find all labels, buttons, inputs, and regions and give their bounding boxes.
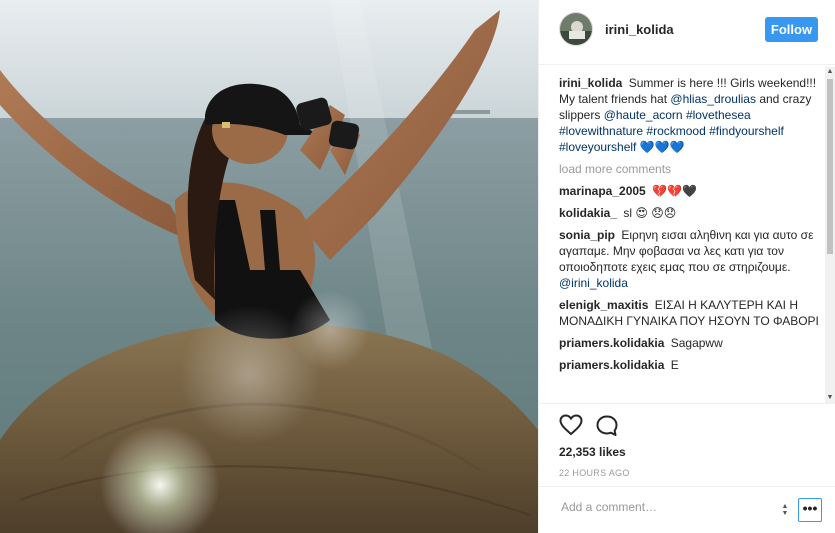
caption-text-1: Summer is here !!! Girls weekend!!! xyxy=(628,76,817,90)
scroll-up-arrow-icon[interactable]: ▲ xyxy=(825,67,835,77)
add-comment-input[interactable] xyxy=(559,499,763,515)
post-header: irini_kolida Follow xyxy=(539,0,835,65)
caption-tag-5[interactable]: #loveyourshelf xyxy=(559,140,636,154)
comment: priamers.kolidakia Sagapww xyxy=(559,335,821,351)
comments-list[interactable]: irini_kolida Summer is here !!! Girls we… xyxy=(559,75,821,403)
caption-tag-1[interactable]: #lovethesea xyxy=(686,108,751,122)
follow-button[interactable]: Follow xyxy=(765,17,818,42)
comment-icon[interactable] xyxy=(595,414,619,443)
caption-username[interactable]: irini_kolida xyxy=(559,76,622,90)
avatar-image xyxy=(560,13,592,45)
comment-username[interactable]: priamers.kolidakia xyxy=(559,358,664,372)
caption-tag-4[interactable]: #findyourshelf xyxy=(709,124,784,138)
avatar[interactable] xyxy=(559,12,593,46)
beach-photo-image xyxy=(0,0,538,533)
comment-username[interactable]: priamers.kolidakia xyxy=(559,336,664,350)
load-more-comments-link[interactable]: load more comments xyxy=(559,161,821,177)
caption-tag-2[interactable]: #lovewithnature xyxy=(559,124,643,138)
caption-mention-2[interactable]: @haute_acorn xyxy=(604,108,683,122)
more-options-icon[interactable]: ••• xyxy=(798,498,822,522)
caption: irini_kolida Summer is here !!! Girls we… xyxy=(559,75,821,155)
comment-text: sl 😍 😞😞 xyxy=(623,206,677,220)
caption-text-2: My talent friends hat xyxy=(559,92,668,106)
comment: elenigk_maxitis ΕΙΣΑΙ Η ΚΑΛΥΤΕΡΗ ΚΑΙ Η Μ… xyxy=(559,297,821,329)
heart-icon[interactable] xyxy=(559,414,583,441)
add-comment-bar: ▲▼ ••• xyxy=(539,486,835,533)
action-bar xyxy=(539,403,835,436)
post-timestamp: 22 HOURS AGO xyxy=(559,468,630,478)
comment-username[interactable]: sonia_pip xyxy=(559,228,615,242)
caption-mention-1[interactable]: @hlias_droulias xyxy=(670,92,756,106)
comment: sonia_pip Ειρηνη εισαι αληθινη και για α… xyxy=(559,227,821,291)
textarea-resize-icon: ▲ ▼ xyxy=(781,503,789,517)
comment-text: Sagapww xyxy=(670,336,723,350)
comment-text: Ε xyxy=(670,358,679,372)
instagram-post: irini_kolida Follow irini_kolida Summer … xyxy=(0,0,835,533)
comment-username[interactable]: elenigk_maxitis xyxy=(559,298,648,312)
likes-count[interactable]: 22,353 likes xyxy=(559,445,626,459)
header-username[interactable]: irini_kolida xyxy=(605,22,674,37)
post-photo[interactable] xyxy=(0,0,538,533)
comment: priamers.kolidakia Ε xyxy=(559,357,821,373)
caption-emoji: 💙💙💙 xyxy=(639,140,685,154)
post-sidebar: irini_kolida Follow irini_kolida Summer … xyxy=(538,0,835,533)
comment-username[interactable]: kolidakia_ xyxy=(559,206,617,220)
comment-mention[interactable]: @irini_kolida xyxy=(559,276,628,290)
comments-scrollbar[interactable]: ▲ ▼ xyxy=(825,67,835,403)
scrollbar-thumb[interactable] xyxy=(827,79,833,254)
comment-text: 💔💔🖤 xyxy=(652,184,697,198)
comment-username[interactable]: marinapa_2005 xyxy=(559,184,646,198)
scroll-down-arrow-icon[interactable]: ▼ xyxy=(825,393,835,403)
comment: kolidakia_ sl 😍 😞😞 xyxy=(559,205,821,221)
caption-tag-3[interactable]: #rockmood xyxy=(646,124,705,138)
comment: marinapa_2005 💔💔🖤 xyxy=(559,183,821,199)
